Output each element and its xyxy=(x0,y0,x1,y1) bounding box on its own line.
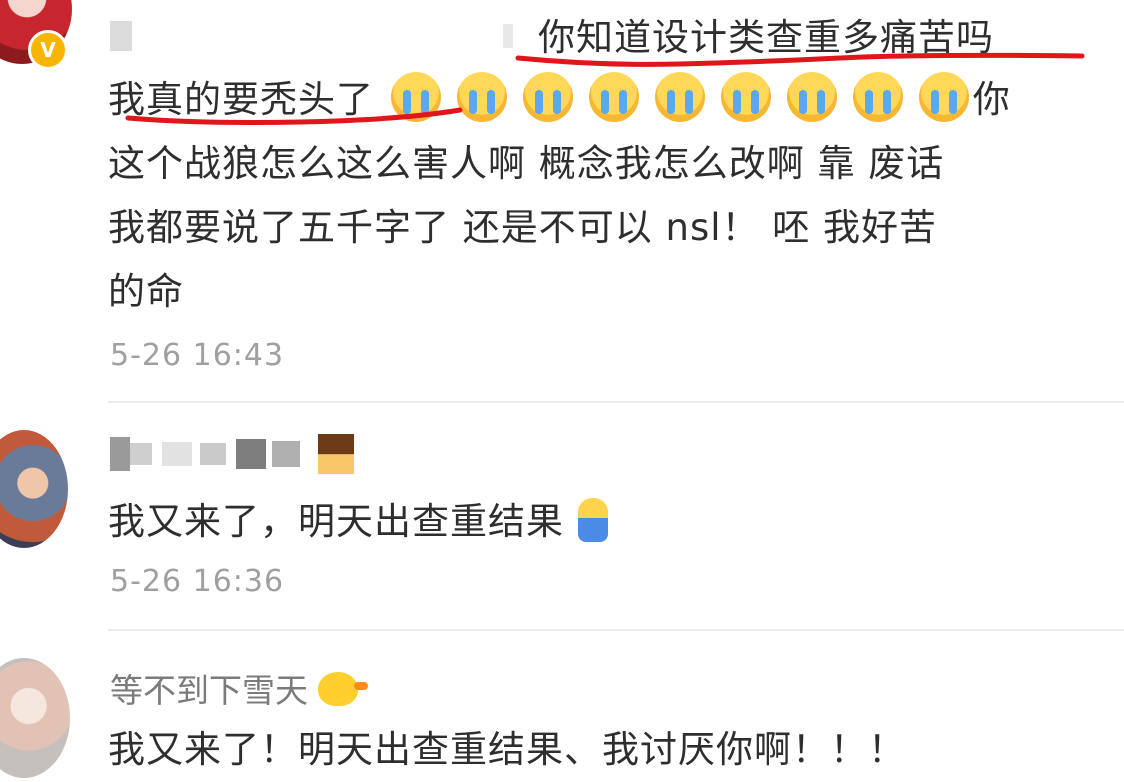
red-underline-quote xyxy=(515,52,1085,67)
red-underline-bald xyxy=(125,107,463,125)
red-underline-annotation xyxy=(125,52,1085,125)
